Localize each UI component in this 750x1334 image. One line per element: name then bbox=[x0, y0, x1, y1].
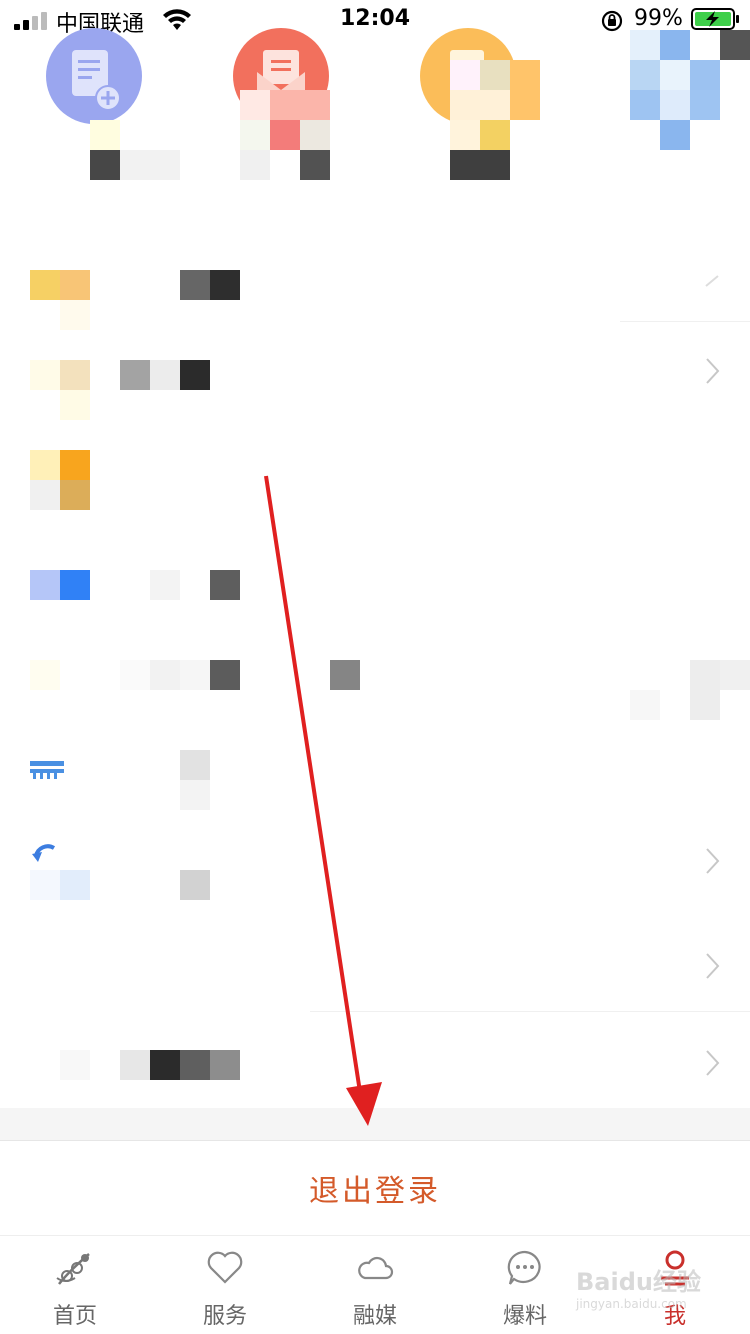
menu-item-1[interactable] bbox=[0, 240, 750, 330]
section-separator bbox=[0, 1108, 750, 1140]
chat-bubble-icon bbox=[507, 1250, 541, 1285]
menu-item-4[interactable] bbox=[0, 540, 750, 630]
pixel-block bbox=[450, 150, 510, 180]
tab-media[interactable]: 融媒 bbox=[300, 1236, 450, 1334]
chevron-right-icon bbox=[706, 358, 720, 384]
pixel-block bbox=[450, 60, 480, 90]
logout-label: 退出登录 bbox=[309, 1174, 441, 1209]
menu-item-7[interactable] bbox=[0, 830, 750, 920]
menu-item-3[interactable] bbox=[0, 420, 750, 530]
pixel-block bbox=[660, 120, 690, 150]
watermark-line2: jingyan.baidu.com bbox=[576, 1297, 687, 1311]
chevron-right-icon bbox=[706, 1050, 720, 1076]
battery-charging-icon bbox=[691, 8, 739, 30]
menu-label-pixelated bbox=[120, 270, 240, 300]
logout-button[interactable]: 退出登录 bbox=[0, 1140, 750, 1235]
shortcut-mail[interactable] bbox=[233, 28, 343, 188]
chevron-right-icon bbox=[705, 275, 719, 287]
pixel-block bbox=[180, 870, 210, 900]
pixel-block bbox=[480, 120, 510, 150]
pixel-block bbox=[660, 60, 690, 90]
watermark-line1: Baidu经验 bbox=[576, 1268, 701, 1296]
menu-item-2[interactable] bbox=[0, 330, 750, 420]
pixel-block bbox=[300, 150, 330, 180]
pixel-block bbox=[240, 150, 270, 180]
pixel-block bbox=[630, 90, 660, 120]
yellow-orange-icon bbox=[30, 270, 90, 330]
home-icon bbox=[56, 1253, 90, 1285]
tab-services[interactable]: 服务 bbox=[150, 1236, 300, 1334]
pixel-block bbox=[720, 30, 750, 60]
baidu-watermark: Baidu经验 jingyan.baidu.com bbox=[576, 1262, 716, 1322]
pixel-block bbox=[510, 60, 540, 120]
pixel-block bbox=[690, 90, 720, 120]
pale-yellow-icon bbox=[30, 660, 90, 720]
cream-icon bbox=[30, 360, 90, 420]
heart-icon bbox=[207, 1251, 243, 1284]
chevron-right-icon bbox=[706, 848, 720, 874]
menu-item-5[interactable] bbox=[0, 630, 750, 740]
pixel-block bbox=[660, 90, 690, 120]
rotation-lock-icon bbox=[601, 10, 623, 32]
pixel-block bbox=[690, 660, 720, 720]
pixel-block bbox=[240, 90, 270, 120]
menu-item-9[interactable] bbox=[0, 1012, 750, 1108]
pixel-block bbox=[660, 30, 690, 60]
menu-item-6[interactable] bbox=[0, 740, 750, 830]
pixel-block bbox=[690, 60, 720, 90]
menu-label-pixelated bbox=[120, 660, 360, 690]
tab-label: 服务 bbox=[202, 1304, 247, 1329]
pixel-block bbox=[180, 750, 210, 780]
pixel-block bbox=[300, 120, 330, 150]
menu-label-pixelated bbox=[120, 570, 240, 600]
blue-arrow-icon bbox=[30, 844, 90, 900]
pixel-block bbox=[450, 120, 480, 150]
tab-home[interactable]: 首页 bbox=[0, 1236, 150, 1334]
pixel-block bbox=[120, 150, 180, 180]
pixel-block bbox=[240, 120, 270, 150]
battery-percent: 99% bbox=[634, 6, 683, 31]
menu-label-pixelated bbox=[120, 360, 240, 390]
menu-item-8[interactable] bbox=[0, 920, 750, 1012]
blue-stripes-icon bbox=[30, 761, 64, 779]
pixel-block bbox=[630, 690, 660, 720]
menu-label-pixelated bbox=[60, 1050, 240, 1080]
pixel-block bbox=[630, 60, 660, 90]
tab-label: 融媒 bbox=[352, 1304, 397, 1329]
pixel-block bbox=[90, 120, 120, 150]
pixel-block bbox=[270, 120, 300, 150]
new-document-icon bbox=[46, 28, 142, 124]
shortcut-documents[interactable] bbox=[420, 28, 550, 188]
pixel-block bbox=[450, 90, 510, 120]
pixel-block bbox=[90, 150, 120, 180]
pixel-block bbox=[270, 90, 330, 120]
cloud-icon bbox=[358, 1256, 394, 1280]
pixel-block bbox=[480, 60, 510, 90]
tab-label: 首页 bbox=[52, 1304, 97, 1329]
shortcut-fourth[interactable] bbox=[630, 30, 750, 180]
orange-icon bbox=[30, 450, 90, 510]
chevron-right-icon bbox=[706, 953, 720, 979]
pixelated-blue-icon bbox=[630, 30, 660, 60]
shortcut-new-document[interactable] bbox=[46, 28, 226, 188]
blue-icon bbox=[30, 570, 90, 630]
divider bbox=[620, 321, 750, 322]
pixel-block bbox=[720, 660, 750, 690]
pixel-block bbox=[180, 780, 210, 810]
